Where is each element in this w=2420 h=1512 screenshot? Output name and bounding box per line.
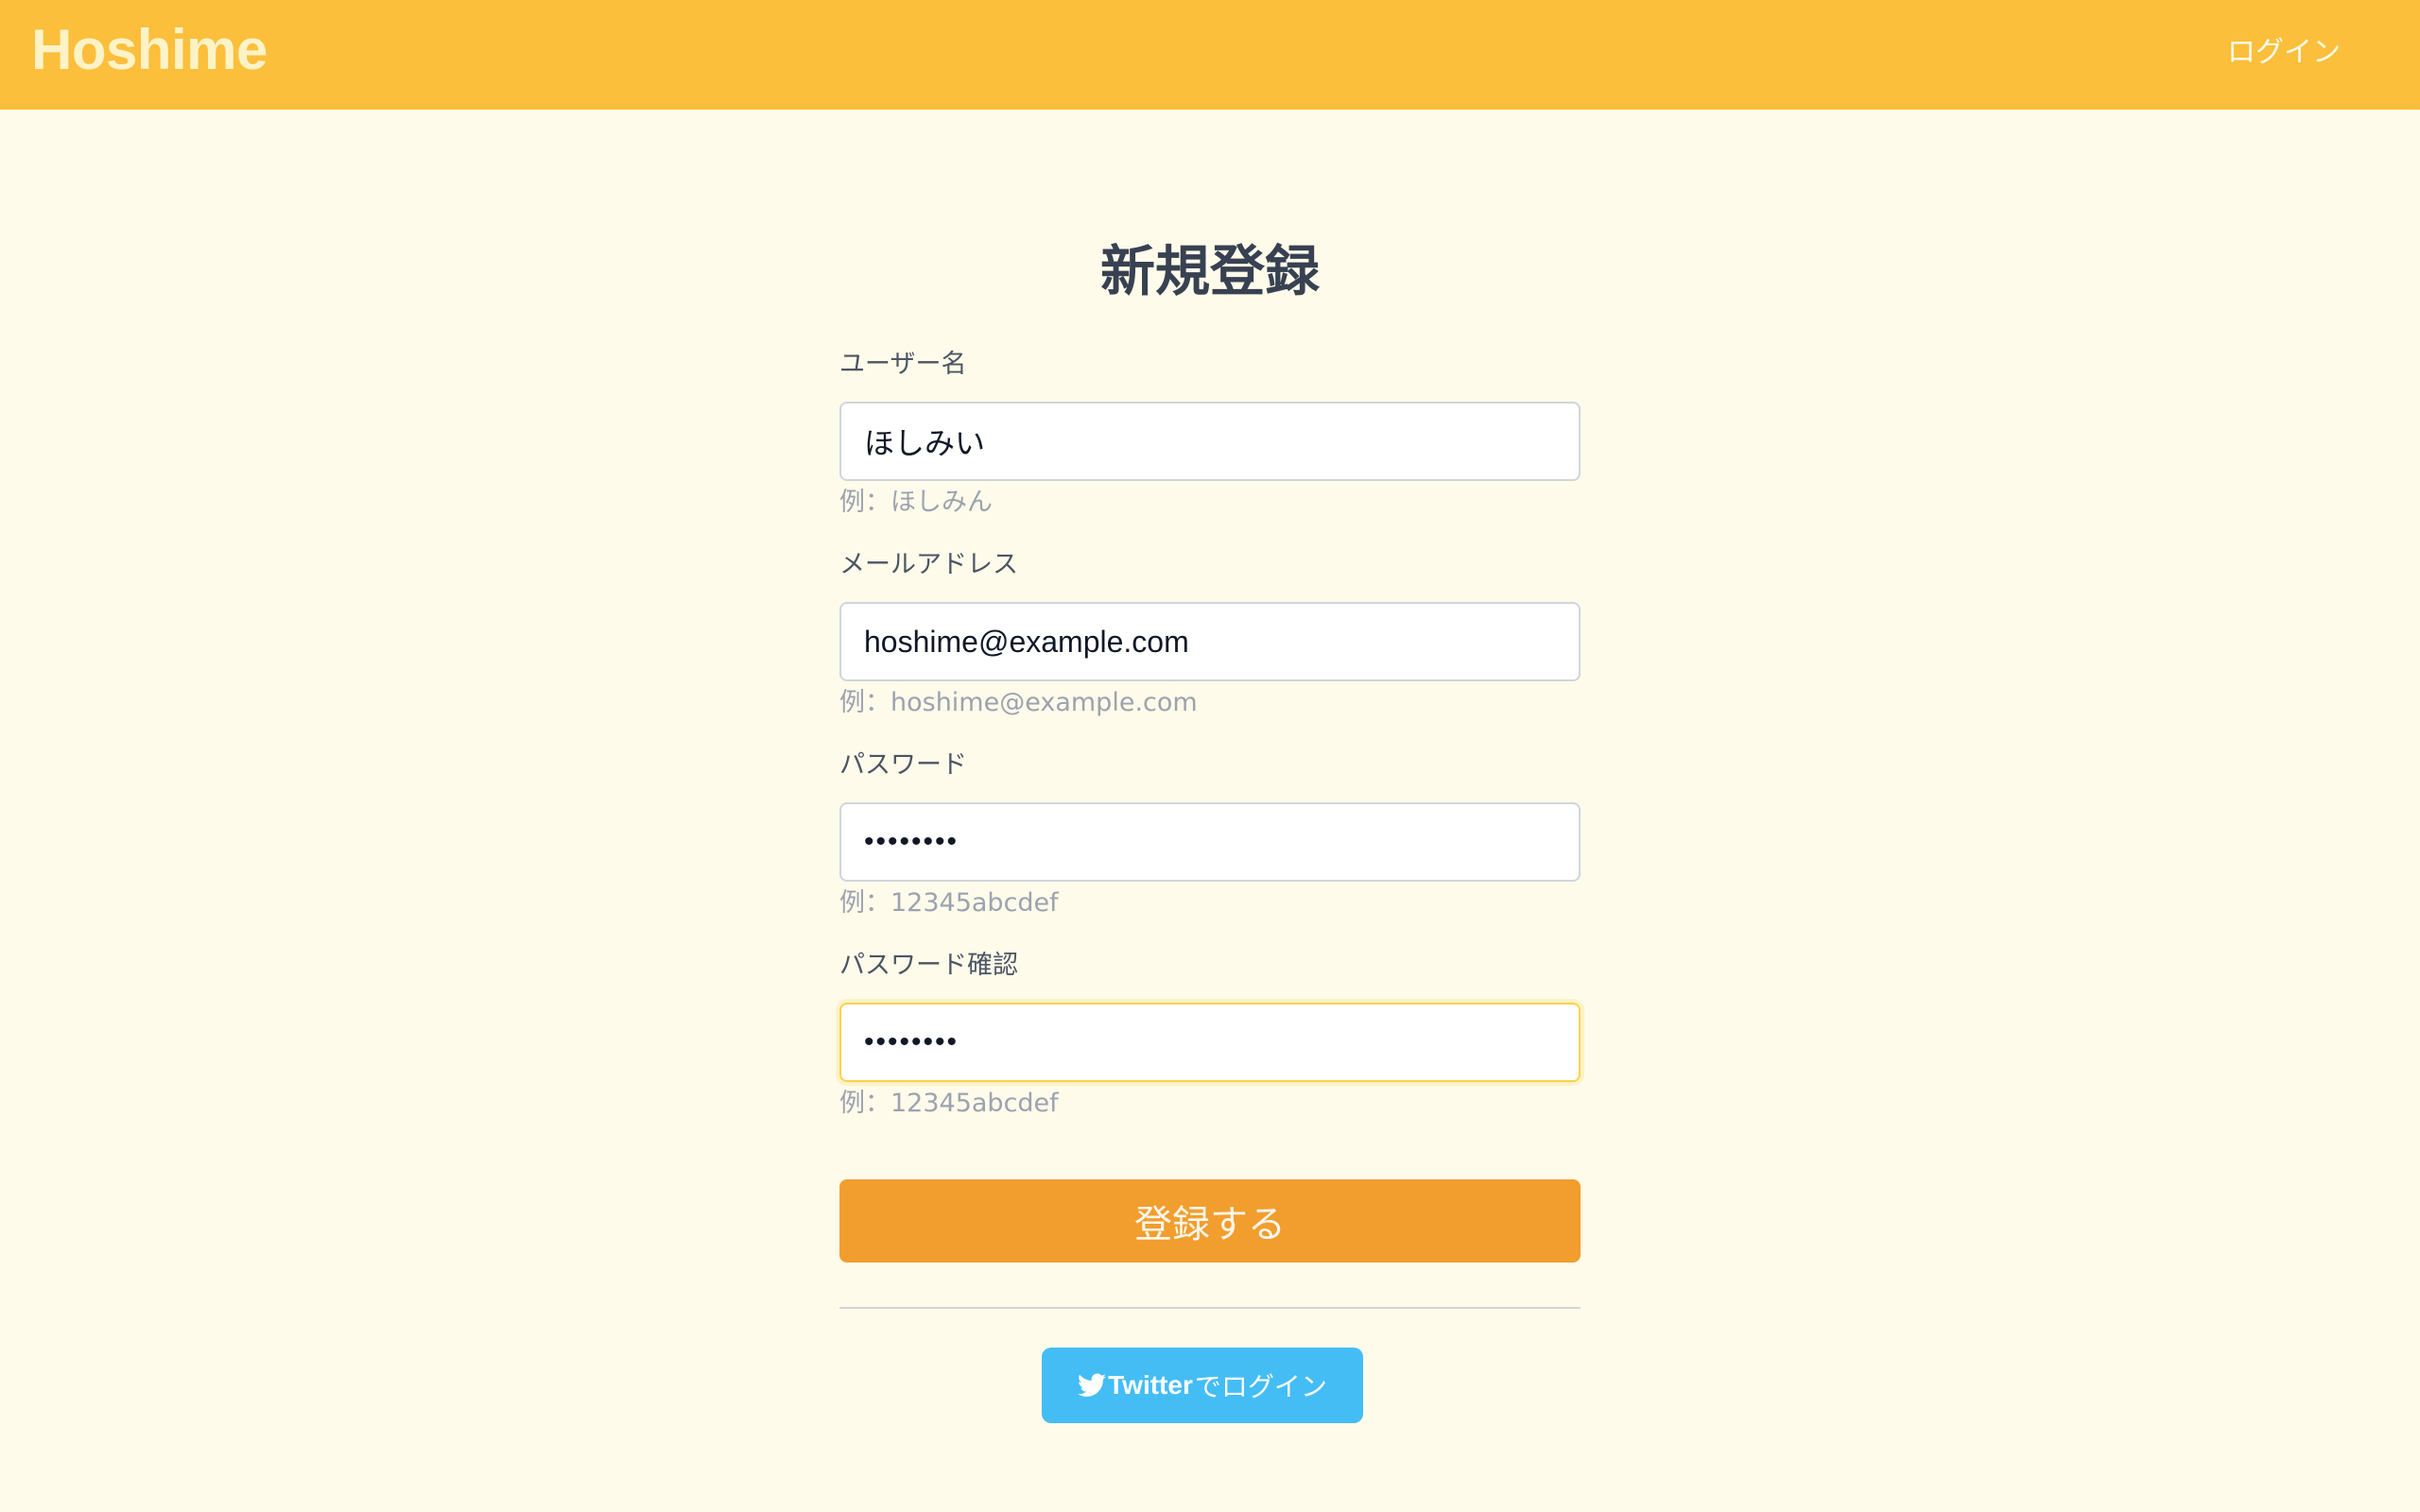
email-hint: 例：hoshime@example.com bbox=[839, 688, 1198, 717]
email-field-group: メールアドレス 例：hoshime@example.com bbox=[839, 549, 1581, 717]
register-button[interactable]: 登録する bbox=[839, 1179, 1581, 1263]
password-confirm-label: パスワード確認 bbox=[839, 951, 1018, 980]
password-confirm-field-group: パスワード確認 例：12345abcdef bbox=[839, 950, 1581, 1118]
divider bbox=[839, 1307, 1581, 1309]
password-confirm-input[interactable] bbox=[839, 1003, 1581, 1082]
password-input[interactable] bbox=[839, 802, 1581, 882]
password-field-group: パスワード 例：12345abcdef bbox=[839, 749, 1581, 918]
username-label: ユーザー名 bbox=[839, 350, 967, 379]
top-header: Hoshime ログイン bbox=[0, 0, 2420, 110]
password-confirm-hint: 例：12345abcdef bbox=[839, 1089, 1059, 1118]
username-input[interactable] bbox=[839, 402, 1581, 481]
twitter-brand-label: Twitter bbox=[1108, 1370, 1193, 1400]
page-title: 新規登録 bbox=[1099, 239, 1320, 303]
password-hint: 例：12345abcdef bbox=[839, 888, 1059, 918]
twitter-login-button[interactable]: Twitter でログイン bbox=[1042, 1348, 1363, 1423]
username-hint: 例：ほしみん bbox=[839, 488, 993, 517]
app-logo[interactable]: Hoshime bbox=[31, 17, 268, 83]
username-field-group: ユーザー名 例：ほしみん bbox=[839, 349, 1581, 517]
twitter-login-label: でログイン bbox=[1194, 1371, 1327, 1402]
email-label: メールアドレス bbox=[839, 550, 1018, 579]
email-input[interactable] bbox=[839, 602, 1581, 681]
header-login-link[interactable]: ログイン bbox=[2227, 34, 2341, 72]
password-label: パスワード bbox=[839, 750, 967, 780]
twitter-bird-icon bbox=[1078, 1373, 1107, 1397]
